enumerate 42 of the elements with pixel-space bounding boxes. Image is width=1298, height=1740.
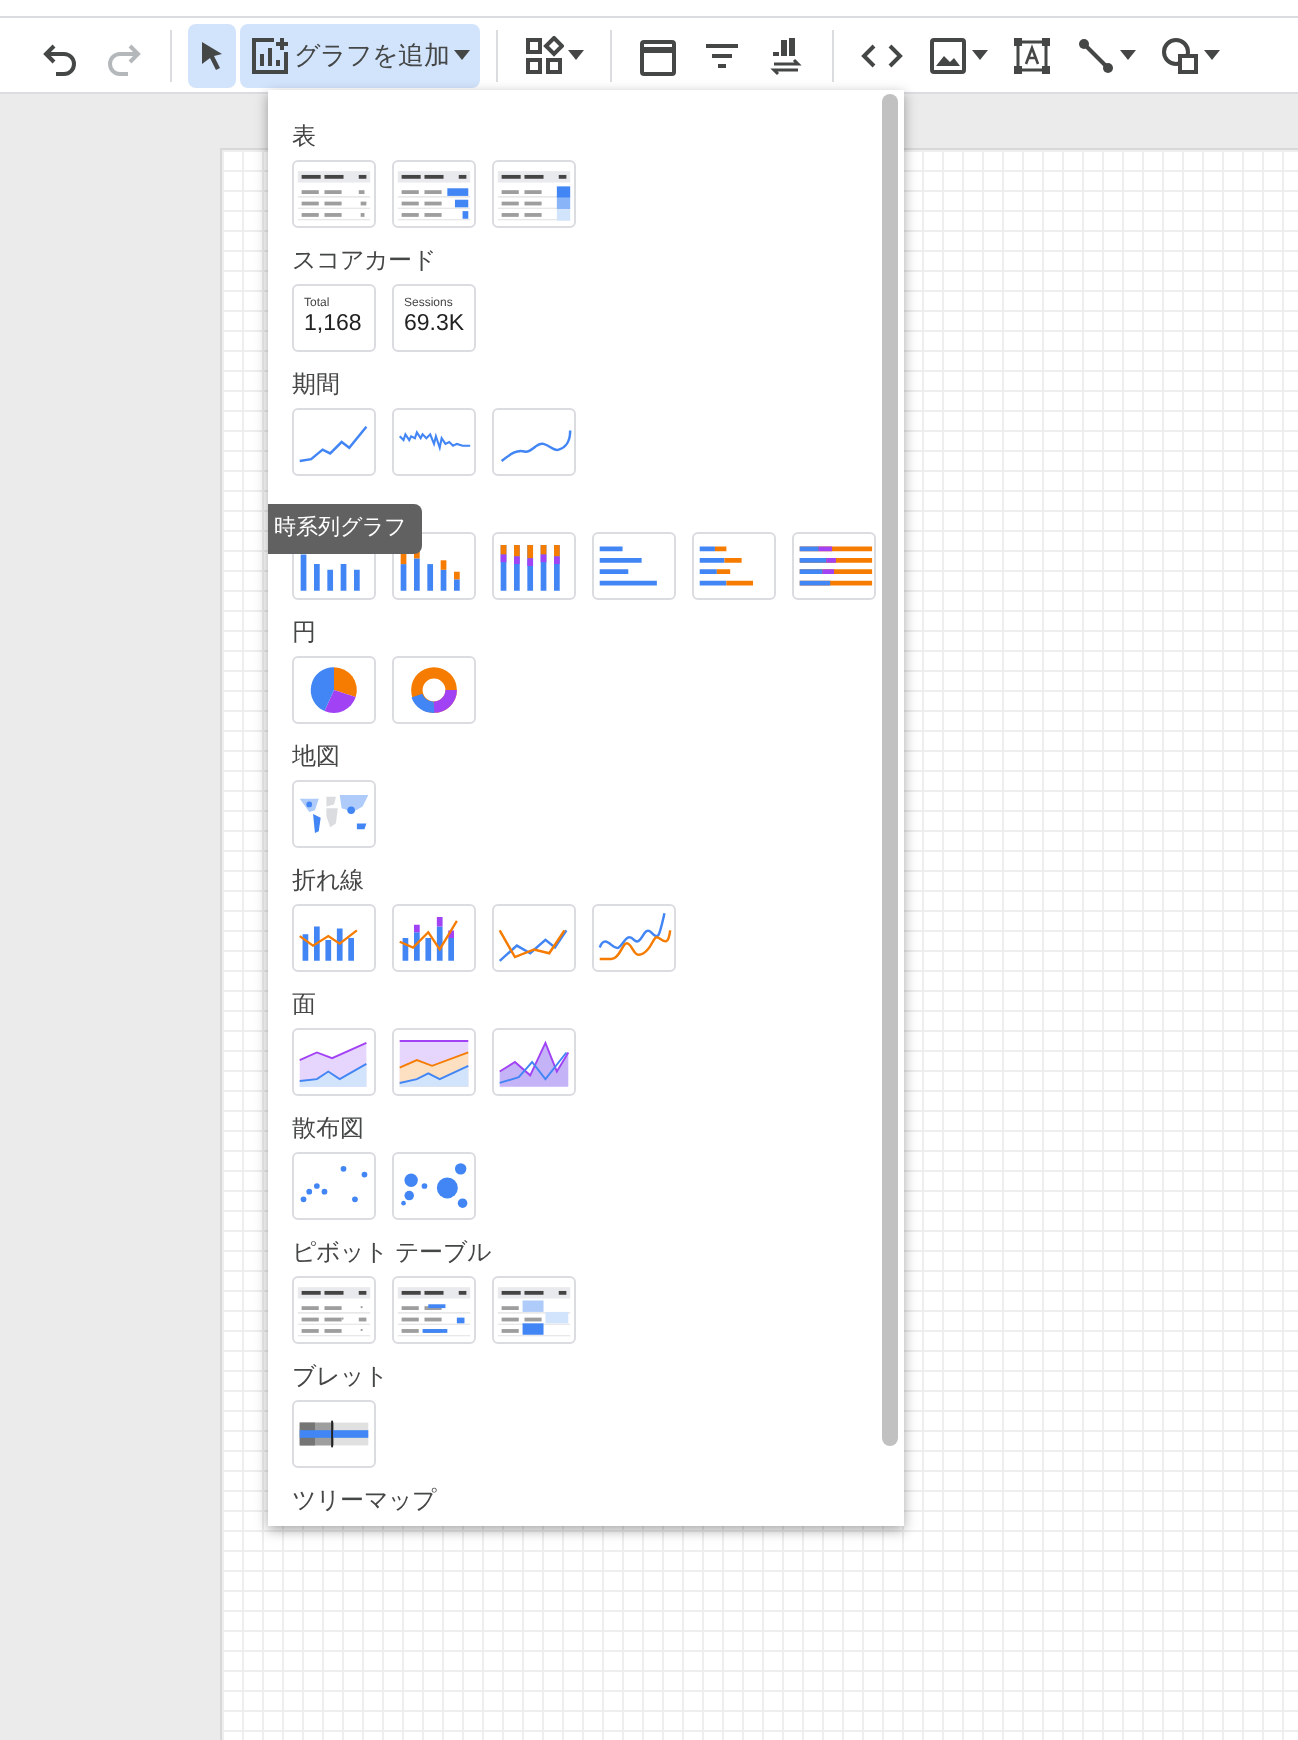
caret-icon bbox=[972, 50, 988, 60]
image-icon bbox=[928, 35, 968, 75]
add-chart-button[interactable]: グラフを追加 bbox=[240, 23, 480, 87]
chart-type-option[interactable] bbox=[392, 656, 476, 724]
section-heading: ピボット テーブル bbox=[292, 1236, 491, 1268]
caret-icon bbox=[1204, 50, 1220, 60]
cursor-icon bbox=[198, 39, 226, 71]
section-heading: 折れ線 bbox=[292, 864, 364, 896]
chart-type-option[interactable] bbox=[792, 532, 876, 600]
section-heading: 面 bbox=[292, 988, 316, 1020]
pointer-button[interactable] bbox=[188, 23, 236, 87]
chart-type-option[interactable] bbox=[492, 532, 576, 600]
chart-type-option[interactable] bbox=[392, 160, 476, 228]
bars-arrows-icon bbox=[766, 35, 806, 75]
chart-type-option[interactable] bbox=[392, 1028, 476, 1096]
line-icon bbox=[1076, 35, 1116, 75]
scrollbar[interactable] bbox=[882, 94, 898, 1446]
chart-type-option[interactable] bbox=[292, 1276, 376, 1344]
section-heading: スコアカード bbox=[292, 244, 436, 276]
section-heading: ブレット bbox=[292, 1360, 388, 1392]
chart-type-option[interactable] bbox=[492, 1276, 576, 1344]
section-heading: 散布図 bbox=[292, 1112, 364, 1144]
section-heading: 地図 bbox=[292, 740, 340, 772]
section-heading: 表 bbox=[292, 120, 316, 152]
text-box-icon bbox=[1012, 35, 1052, 75]
caret-icon bbox=[454, 50, 470, 60]
chart-type-option[interactable] bbox=[492, 1028, 576, 1096]
chart-type-option[interactable] bbox=[292, 1400, 376, 1468]
section-heading: 期間 bbox=[292, 368, 340, 400]
shapes-icon bbox=[1160, 35, 1200, 75]
chart-type-option[interactable] bbox=[392, 1276, 476, 1344]
caret-icon bbox=[568, 50, 584, 60]
chart-add-icon bbox=[250, 35, 290, 75]
shapes-grid-icon bbox=[524, 35, 564, 75]
chart-type-option[interactable] bbox=[292, 160, 376, 228]
caret-icon bbox=[1120, 50, 1136, 60]
section-heading: 円 bbox=[292, 616, 316, 648]
chart-type-option[interactable] bbox=[492, 160, 576, 228]
tooltip: 時系列グラフ bbox=[268, 504, 422, 554]
section-heading: ツリーマップ bbox=[292, 1484, 436, 1516]
chart-type-option[interactable] bbox=[292, 656, 376, 724]
calendar-icon bbox=[638, 35, 678, 75]
